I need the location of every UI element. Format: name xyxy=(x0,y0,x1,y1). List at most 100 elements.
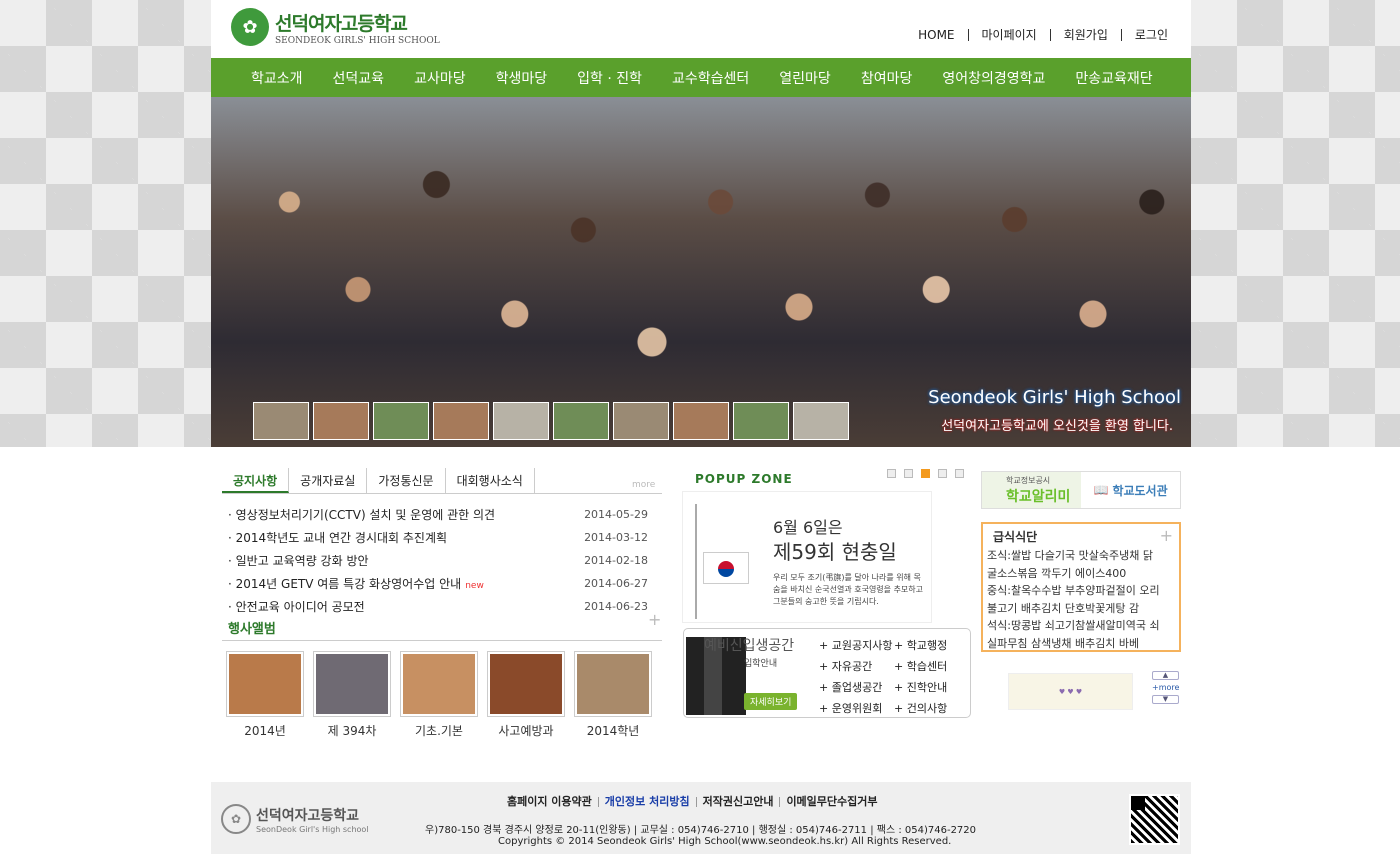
footer-emblem-icon: ✿ xyxy=(221,804,251,834)
logo-english: SEONDEOK GIRLS' HIGH SCHOOL xyxy=(275,35,440,46)
new-students-box: 예비신입생공간 입학안내 자세히보기 교원공지사항 학교행정 자유공간 학습센터… xyxy=(683,628,971,718)
album-item[interactable]: 제 394차 xyxy=(313,651,391,739)
event-mini-banner[interactable]: ♥ ♥ ♥ xyxy=(1008,673,1133,710)
tab-events[interactable]: 대회행사소식 xyxy=(446,468,535,493)
quick-link[interactable]: 자유공간 xyxy=(819,658,894,674)
popup-pager xyxy=(887,469,972,478)
footer-links: 홈페이지 이용약관 개인정보 처리방침 저작권신고안내 이메일무단수집거부 xyxy=(501,796,884,807)
notice-title[interactable]: 일반고 교육역량 강화 방안 xyxy=(236,554,369,568)
nav-item-learning-center[interactable]: 교수학습센터 xyxy=(657,68,764,88)
album-caption: 기초.기본 xyxy=(415,724,463,738)
hero-thumbnail[interactable] xyxy=(673,402,729,440)
pager-dot[interactable] xyxy=(955,469,964,478)
nav-item-education[interactable]: 선덕교육 xyxy=(318,68,400,88)
hero-thumbnail[interactable] xyxy=(793,402,849,440)
nav-item-teachers[interactable]: 교사마당 xyxy=(399,68,481,88)
list-item[interactable]: · 2014학년도 교내 연간 경시대회 추진계획 2014-03-12 xyxy=(228,526,648,549)
board-more-link[interactable]: more xyxy=(632,480,655,490)
meal-line: 조식:쌀밥 다슬기국 맛살숙주냉채 닭 xyxy=(987,549,1153,562)
album-caption: 사고예방과 xyxy=(498,724,554,738)
background-pattern-left xyxy=(0,0,211,447)
album-more-icon[interactable]: + xyxy=(648,610,661,629)
arrow-up-icon[interactable]: ▲ xyxy=(1152,671,1179,680)
login-link[interactable]: 로그인 xyxy=(1120,29,1181,41)
list-item[interactable]: · 일반고 교육역량 강화 방안 2014-02-18 xyxy=(228,549,648,572)
nav-item-school-intro[interactable]: 학교소개 xyxy=(236,68,318,88)
meal-more-icon[interactable]: + xyxy=(1160,526,1173,545)
album-item[interactable]: 2014학년 xyxy=(574,651,652,739)
notice-date: 2014-03-12 xyxy=(584,531,648,544)
quick-link[interactable]: 진학안내 xyxy=(894,679,969,695)
album-thumbnail[interactable] xyxy=(313,651,391,717)
quick-link[interactable]: 건의사항 xyxy=(894,700,969,716)
tab-notice[interactable]: 공지사항 xyxy=(222,468,290,493)
notice-title[interactable]: 2014학년도 교내 연간 경시대회 추진계획 xyxy=(236,531,447,545)
notice-title[interactable]: 안전교육 아이디어 공모전 xyxy=(236,600,365,614)
hero-thumbnail[interactable] xyxy=(253,402,309,440)
school-info-big: 학교알리미 xyxy=(1006,488,1071,505)
school-emblem-icon: ✿ xyxy=(231,8,269,46)
school-logo[interactable]: ✿ 선덕여자고등학교 SEONDEOK GIRLS' HIGH SCHOOL xyxy=(231,8,440,46)
list-item[interactable]: · 안전교육 아이디어 공모전 2014-06-23 xyxy=(228,595,648,618)
notice-title[interactable]: 영상정보처리기기(CCTV) 설치 및 운영에 관한 의견 xyxy=(236,508,495,522)
notice-title[interactable]: 2014년 GETV 여름 특강 화상영어수업 안내 xyxy=(236,577,462,591)
pager-dot[interactable] xyxy=(904,469,913,478)
popup-text: 우리 모두 조기(弔旗)를 달아 나라를 위해 목숨을 바치신 순국선열과 호국… xyxy=(773,573,924,606)
album-item[interactable]: 기초.기본 xyxy=(400,651,478,739)
album-thumbnail[interactable] xyxy=(574,651,652,717)
nav-item-foundation[interactable]: 만송교육재단 xyxy=(1060,68,1167,88)
quick-link[interactable]: 학습센터 xyxy=(894,658,969,674)
details-button[interactable]: 자세히보기 xyxy=(744,693,798,710)
background-pattern-right xyxy=(1191,0,1400,447)
tab-public-data[interactable]: 공개자료실 xyxy=(289,468,368,493)
school-info-small: 학교정보공시 xyxy=(1006,475,1051,485)
pager-dot[interactable] xyxy=(887,469,896,478)
more-button[interactable]: +more xyxy=(1152,680,1179,695)
album-title: 행사앨범 xyxy=(228,622,276,637)
home-link[interactable]: HOME xyxy=(905,29,967,41)
hero-thumbnail[interactable] xyxy=(553,402,609,440)
school-info-banner[interactable]: 학교정보공시 학교알리미 xyxy=(982,472,1082,508)
nav-item-admission[interactable]: 입학 · 진학 xyxy=(562,68,657,88)
pager-dot-active[interactable] xyxy=(921,469,930,478)
notice-list: · 영상정보처리기기(CCTV) 설치 및 운영에 관한 의견 2014-05-2… xyxy=(228,503,648,618)
mypage-link[interactable]: 마이페이지 xyxy=(967,29,1050,41)
hero-group-photo: Seondeok Girls' High School 선덕여자고등학교에 오신… xyxy=(211,97,1191,447)
list-item[interactable]: · 2014년 GETV 여름 특강 화상영어수업 안내 new 2014-06-2… xyxy=(228,572,648,595)
popup-banner[interactable]: 6월 6일은 제59회 현충일 우리 모두 조기(弔旗)를 달아 나라를 위해 … xyxy=(682,491,932,623)
album-thumbnail[interactable] xyxy=(487,651,565,717)
hero-thumbnail[interactable] xyxy=(373,402,429,440)
hero-thumbnail[interactable] xyxy=(433,402,489,440)
hero-thumbnail[interactable] xyxy=(493,402,549,440)
tab-newsletter[interactable]: 가정통신문 xyxy=(367,468,446,493)
nav-item-open[interactable]: 열린마당 xyxy=(764,68,846,88)
album-caption: 제 394차 xyxy=(327,724,377,738)
hero-thumbnail[interactable] xyxy=(613,402,669,440)
quick-link[interactable]: 학교행정 xyxy=(894,637,969,653)
album-item[interactable]: 2014년 xyxy=(226,651,304,739)
copyright-report-link[interactable]: 저작권신고안내 xyxy=(695,796,780,807)
library-banner[interactable]: 📖 학교도서관 xyxy=(1081,472,1180,508)
main-nav: 학교소개 선덕교육 교사마당 학생마당 입학 · 진학 교수학습센터 열린마당 … xyxy=(211,58,1191,97)
terms-link[interactable]: 홈페이지 이용약관 xyxy=(501,796,598,807)
nav-item-english-school[interactable]: 영어창의경영학교 xyxy=(927,68,1060,88)
hero-thumbnail[interactable] xyxy=(313,402,369,440)
banner-controls: ▲ +more ▼ xyxy=(1152,671,1179,704)
album-item[interactable]: 사고예방과 xyxy=(487,651,565,739)
nav-item-participation[interactable]: 참여마당 xyxy=(846,68,928,88)
quick-link[interactable]: 운영위원회 xyxy=(819,700,894,716)
new-students-title: 예비신입생공간 xyxy=(704,638,795,654)
join-link[interactable]: 회원가입 xyxy=(1049,29,1121,41)
nav-item-students[interactable]: 학생마당 xyxy=(481,68,563,88)
hero-thumbnail[interactable] xyxy=(733,402,789,440)
quick-link[interactable]: 졸업생공간 xyxy=(819,679,894,695)
email-refusal-link[interactable]: 이메일무단수집거부 xyxy=(779,796,883,807)
pager-dot[interactable] xyxy=(938,469,947,478)
quick-link[interactable]: 교원공지사항 xyxy=(819,637,894,653)
header: ✿ 선덕여자고등학교 SEONDEOK GIRLS' HIGH SCHOOL H… xyxy=(211,0,1191,58)
list-item[interactable]: · 영상정보처리기기(CCTV) 설치 및 운영에 관한 의견 2014-05-2… xyxy=(228,503,648,526)
privacy-link[interactable]: 개인정보 처리방침 xyxy=(597,796,696,807)
arrow-down-icon[interactable]: ▼ xyxy=(1152,695,1179,704)
album-thumbnail[interactable] xyxy=(400,651,478,717)
album-thumbnail[interactable] xyxy=(226,651,304,717)
